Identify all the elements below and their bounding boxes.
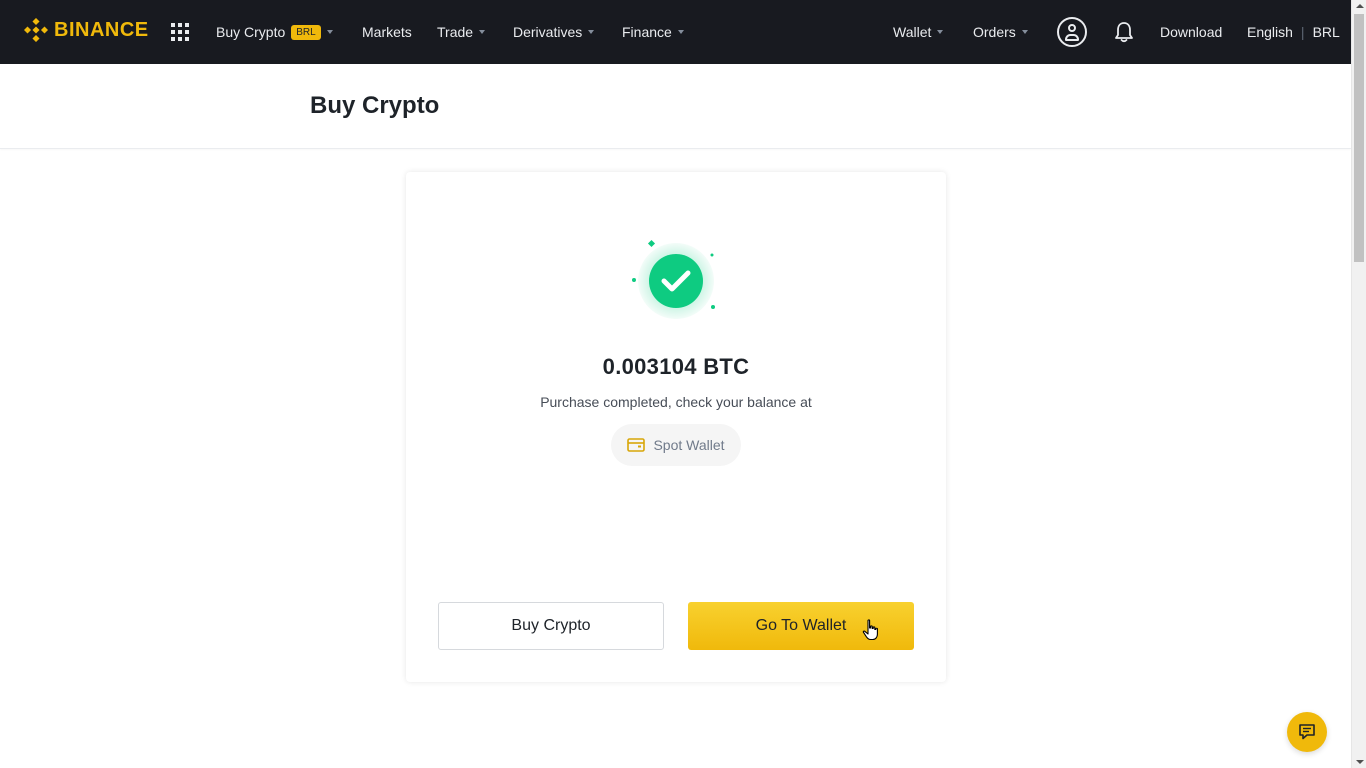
scroll-down-arrow-icon[interactable] [1356, 760, 1364, 764]
chevron-down-icon [1021, 30, 1028, 34]
page-title: Buy Crypto [310, 92, 440, 119]
brand-name: BINANCE [54, 18, 149, 41]
chat-button[interactable] [1287, 712, 1327, 752]
nav-finance[interactable]: Finance [622, 0, 684, 64]
nav-markets[interactable]: Markets [362, 0, 412, 64]
nav-trade[interactable]: Trade [437, 0, 486, 64]
spot-wallet-label: Spot Wallet [653, 437, 725, 453]
spot-wallet-link[interactable]: Spot Wallet [611, 424, 741, 466]
bell-icon[interactable] [1114, 21, 1134, 43]
nav-finance-label: Finance [622, 24, 672, 40]
page-header: Buy Crypto [0, 64, 1351, 149]
nav-orders-label: Orders [973, 24, 1016, 40]
chevron-down-icon [326, 30, 333, 34]
buy-crypto-button[interactable]: Buy Crypto [438, 602, 664, 650]
pointer-cursor-icon [862, 619, 878, 641]
nav-derivatives[interactable]: Derivatives [513, 0, 595, 64]
currency-badge: BRL [291, 24, 321, 40]
nav-markets-label: Markets [362, 24, 412, 40]
binance-logo[interactable]: BINANCE [24, 18, 149, 42]
wallet-icon [627, 438, 646, 452]
vertical-scrollbar[interactable] [1351, 0, 1366, 768]
top-navbar: BINANCE Buy Crypto BRL Markets Trade Der… [0, 0, 1351, 64]
nav-language-currency[interactable]: English | BRL [1247, 0, 1340, 64]
currency-label: BRL [1312, 24, 1340, 40]
language-label: English [1247, 24, 1293, 40]
go-to-wallet-button[interactable]: Go To Wallet [688, 602, 914, 650]
chevron-down-icon [588, 30, 595, 34]
nav-orders[interactable]: Orders [973, 0, 1028, 64]
nav-buy-crypto[interactable]: Buy Crypto BRL [216, 0, 333, 64]
nav-trade-label: Trade [437, 24, 474, 40]
purchase-result-card: 0.003104 BTC Purchase completed, check y… [406, 172, 946, 682]
purchase-message: Purchase completed, check your balance a… [540, 394, 812, 410]
nav-download-label: Download [1160, 24, 1223, 40]
nav-wallet-label: Wallet [893, 24, 932, 40]
binance-logo-icon [24, 18, 48, 42]
purchased-amount: 0.003104 BTC [602, 354, 750, 379]
chevron-down-icon [677, 30, 684, 34]
user-icon[interactable] [1057, 17, 1087, 47]
scroll-up-arrow-icon[interactable] [1356, 4, 1364, 8]
nav-derivatives-label: Derivatives [513, 24, 583, 40]
nav-download[interactable]: Download [1160, 0, 1222, 64]
nav-buy-crypto-label: Buy Crypto [216, 24, 286, 40]
scrollbar-thumb[interactable] [1354, 14, 1364, 262]
apps-grid-icon[interactable] [171, 23, 189, 41]
chevron-down-icon [479, 30, 486, 34]
nav-wallet[interactable]: Wallet [893, 0, 944, 64]
check-circle-icon [632, 239, 715, 319]
divider: | [1300, 24, 1305, 40]
chevron-down-icon [937, 30, 944, 34]
chat-icon [1299, 724, 1315, 740]
